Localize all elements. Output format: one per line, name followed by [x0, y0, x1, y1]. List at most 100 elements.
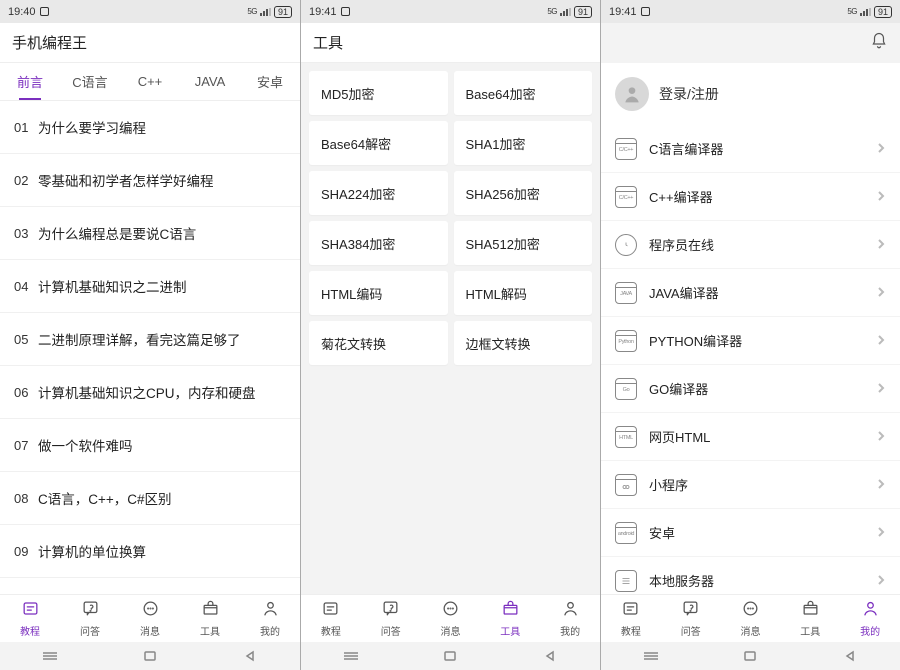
home-button[interactable]: [440, 649, 460, 663]
tool-card[interactable]: MD5加密: [309, 71, 448, 115]
go-icon: Go: [615, 378, 637, 400]
msg-icon: [741, 599, 760, 621]
menu-label: PYTHON编译器: [649, 331, 742, 350]
nav-qa[interactable]: 问答: [661, 595, 721, 642]
status-bar: 19:41 5G 91: [301, 0, 600, 23]
lesson-list: 01 为什么要学习编程 02 零基础和初学者怎样学好编程 03 为什么编程总是要…: [0, 101, 300, 594]
recent-apps-button[interactable]: [40, 649, 60, 663]
bell-icon[interactable]: [870, 32, 888, 54]
nav-course[interactable]: 教程: [301, 595, 361, 642]
nav-course[interactable]: 教程: [601, 595, 661, 642]
lesson-number: 07: [14, 438, 38, 453]
lesson-row[interactable]: 03 为什么编程总是要说C语言: [0, 207, 300, 260]
lesson-row[interactable]: 01 为什么要学习编程: [0, 101, 300, 154]
chevron-right-icon: [876, 237, 886, 252]
battery-indicator: 91: [874, 6, 892, 18]
qa-icon: [381, 599, 400, 621]
nav-me[interactable]: 我的: [840, 595, 900, 642]
network-label: 5G: [847, 7, 857, 16]
lesson-number: 06: [14, 385, 38, 400]
tab-1[interactable]: C语言: [60, 63, 120, 100]
menu-row[interactable]: 小程序: [601, 461, 900, 508]
menu-row[interactable]: HTML 网页HTML: [601, 413, 900, 460]
android-softkeys: [601, 642, 900, 670]
nav-label: 消息: [140, 623, 160, 638]
alarm-icon: [641, 7, 650, 16]
tool-card[interactable]: SHA1加密: [454, 121, 593, 165]
lesson-number: 03: [14, 226, 38, 241]
tab-3[interactable]: JAVA: [180, 63, 240, 100]
tool-card[interactable]: HTML编码: [309, 271, 448, 315]
lesson-title: 计算机基础知识之二进制: [38, 276, 187, 296]
menu-row[interactable]: android 安卓: [601, 509, 900, 556]
lesson-row[interactable]: 05 二进制原理详解，看完这篇足够了: [0, 313, 300, 366]
qa-icon: [681, 599, 700, 621]
status-time: 19:40: [8, 6, 36, 18]
chevron-right-icon: [876, 285, 886, 300]
lesson-row[interactable]: 08 C语言，C++，C#区别: [0, 472, 300, 525]
tool-card[interactable]: SHA224加密: [309, 171, 448, 215]
tool-card[interactable]: Base64解密: [309, 121, 448, 165]
nav-tools[interactable]: 工具: [780, 595, 840, 642]
recent-apps-button[interactable]: [341, 649, 361, 663]
android-softkeys: [301, 642, 600, 670]
profile-header[interactable]: 登录/注册: [601, 63, 900, 125]
page-title: 工具: [313, 32, 343, 53]
tool-card[interactable]: SHA256加密: [454, 171, 593, 215]
menu-row[interactable]: C/C++ C++编译器: [601, 173, 900, 220]
status-bar: 19:41 5G 91: [601, 0, 900, 23]
menu-row[interactable]: Go GO编译器: [601, 365, 900, 412]
nav-msg[interactable]: 消息: [421, 595, 481, 642]
c/c++-icon: C/C++: [615, 186, 637, 208]
network-label: 5G: [247, 7, 257, 16]
back-button[interactable]: [540, 649, 560, 663]
nav-qa[interactable]: 问答: [60, 595, 120, 642]
server-icon: [615, 570, 637, 592]
nav-label: 工具: [800, 623, 820, 638]
html-icon: HTML: [615, 426, 637, 448]
nav-qa[interactable]: 问答: [361, 595, 421, 642]
menu-row[interactable]: JAVA JAVA编译器: [601, 269, 900, 316]
signal-icon: [860, 8, 871, 16]
back-button[interactable]: [840, 649, 860, 663]
tab-4[interactable]: 安卓: [240, 63, 300, 100]
home-button[interactable]: [740, 649, 760, 663]
tool-card[interactable]: HTML解码: [454, 271, 593, 315]
nav-label: 问答: [381, 623, 401, 638]
nav-msg[interactable]: 消息: [721, 595, 781, 642]
menu-row[interactable]: 本地服务器: [601, 557, 900, 594]
bottom-nav: 教程 问答 消息 工具 我的: [601, 594, 900, 642]
lesson-row[interactable]: 04 计算机基础知识之二进制: [0, 260, 300, 313]
lesson-row[interactable]: 09 计算机的单位换算: [0, 525, 300, 578]
me-icon: [861, 599, 880, 621]
menu-row[interactable]: 程序员在线: [601, 221, 900, 268]
home-button[interactable]: [140, 649, 160, 663]
menu-row[interactable]: C/C++ C语言编译器: [601, 125, 900, 172]
recent-apps-button[interactable]: [641, 649, 661, 663]
tool-card[interactable]: 菊花文转换: [309, 321, 448, 365]
msg-icon: [141, 599, 160, 621]
lesson-row[interactable]: 02 零基础和初学者怎样学好编程: [0, 154, 300, 207]
nav-label: 我的: [860, 623, 880, 638]
tool-card[interactable]: SHA384加密: [309, 221, 448, 265]
nav-label: 教程: [621, 623, 641, 638]
nav-label: 工具: [200, 623, 220, 638]
menu-row[interactable]: Python PYTHON编译器: [601, 317, 900, 364]
tool-card[interactable]: 边框文转换: [454, 321, 593, 365]
nav-tools[interactable]: 工具: [480, 595, 540, 642]
tab-0[interactable]: 前言: [0, 63, 60, 100]
lesson-row[interactable]: 07 做一个软件难吗: [0, 419, 300, 472]
nav-msg[interactable]: 消息: [120, 595, 180, 642]
lesson-title: 二进制原理详解，看完这篇足够了: [38, 329, 241, 349]
tool-card[interactable]: SHA512加密: [454, 221, 593, 265]
menu-label: 小程序: [649, 475, 688, 494]
chevron-right-icon: [876, 525, 886, 540]
lesson-row[interactable]: 06 计算机基础知识之CPU，内存和硬盘: [0, 366, 300, 419]
tab-2[interactable]: C++: [120, 63, 180, 100]
nav-me[interactable]: 我的: [240, 595, 300, 642]
back-button[interactable]: [240, 649, 260, 663]
nav-me[interactable]: 我的: [540, 595, 600, 642]
nav-tools[interactable]: 工具: [180, 595, 240, 642]
nav-course[interactable]: 教程: [0, 595, 60, 642]
tool-card[interactable]: Base64加密: [454, 71, 593, 115]
